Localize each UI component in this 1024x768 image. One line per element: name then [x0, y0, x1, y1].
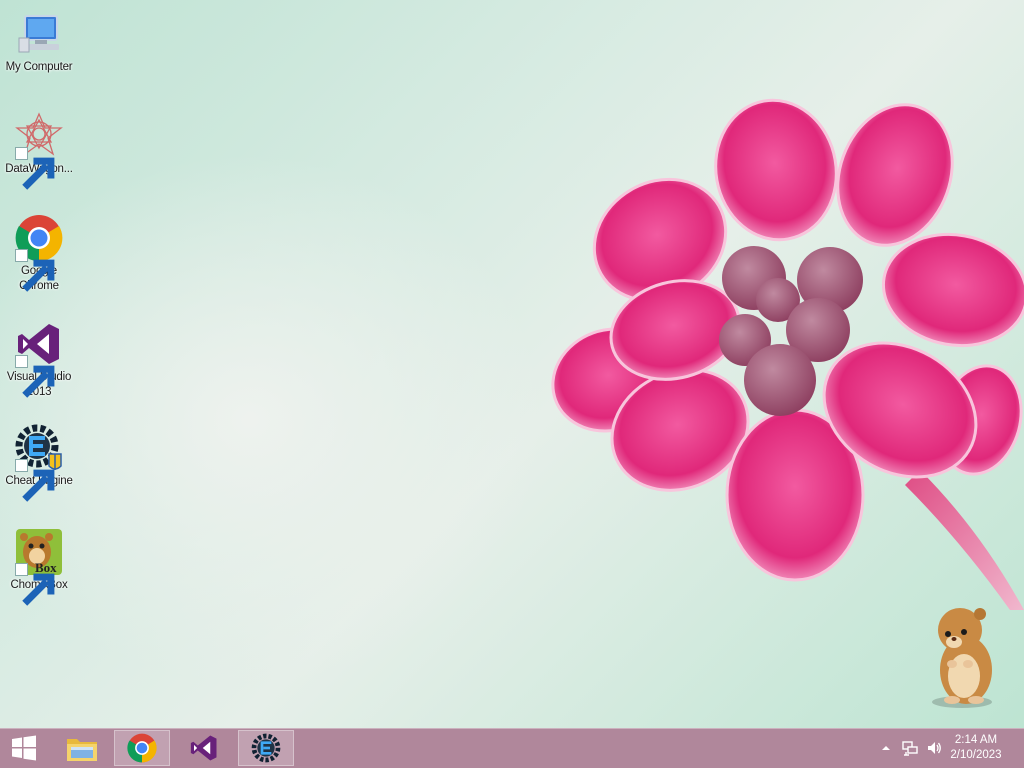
visual-studio-icon — [15, 320, 63, 398]
speaker-icon[interactable] — [926, 740, 942, 756]
chomikbox-mascot[interactable] — [918, 600, 1014, 715]
taskbar-cheat-engine[interactable] — [238, 730, 294, 766]
taskbar-clock[interactable]: 2:14 AM 2/10/2023 — [946, 733, 1006, 763]
chevron-up-icon[interactable] — [878, 740, 894, 756]
network-icon[interactable] — [902, 740, 918, 756]
cheat-engine-icon — [251, 733, 281, 763]
taskbar-file-explorer[interactable] — [54, 730, 110, 766]
computer-icon — [15, 10, 63, 58]
windows-logo-icon — [12, 735, 36, 761]
clock-date: 2/10/2023 — [950, 749, 1002, 761]
desktop-icon-google-chrome[interactable]: Google Chrome — [2, 214, 76, 294]
visual-studio-icon — [190, 735, 217, 761]
shortcut-arrow-icon — [15, 459, 55, 502]
shortcut-arrow-icon — [15, 249, 55, 292]
taskbar: 2:14 AM 2/10/2023 — [0, 728, 1024, 768]
desktop-icon-my-computer[interactable]: My Computer — [2, 10, 76, 75]
cheat-engine-icon — [15, 424, 63, 502]
datawagon-icon — [15, 112, 63, 190]
desktop-wallpaper: My Computer DataWagon... Google Chrome V… — [0, 0, 1024, 728]
chrome-icon — [15, 214, 63, 292]
chrome-icon — [127, 733, 157, 763]
folder-icon — [67, 739, 97, 761]
system-tray: 2:14 AM 2/10/2023 — [864, 728, 1024, 768]
shortcut-arrow-icon — [15, 563, 55, 606]
chomikbox-icon: Box — [15, 528, 63, 606]
flower-wallpaper-art — [551, 98, 1024, 610]
desktop-icon-visual-studio[interactable]: Visual Studio 2013 — [2, 320, 76, 400]
start-button[interactable] — [0, 728, 48, 768]
shortcut-arrow-icon — [15, 147, 55, 190]
shortcut-arrow-icon — [15, 355, 55, 398]
clock-time: 2:14 AM — [954, 734, 998, 746]
desktop-icon-label: My Computer — [5, 61, 73, 73]
desktop-icon-chomikbox[interactable]: Box ChomikBox — [2, 528, 76, 606]
desktop-icon-datawagon[interactable]: DataWagon... — [2, 112, 76, 190]
taskbar-visual-studio[interactable] — [176, 730, 232, 766]
desktop-icon-cheat-engine[interactable]: Cheat Engine — [2, 424, 76, 502]
taskbar-google-chrome[interactable] — [114, 730, 170, 766]
